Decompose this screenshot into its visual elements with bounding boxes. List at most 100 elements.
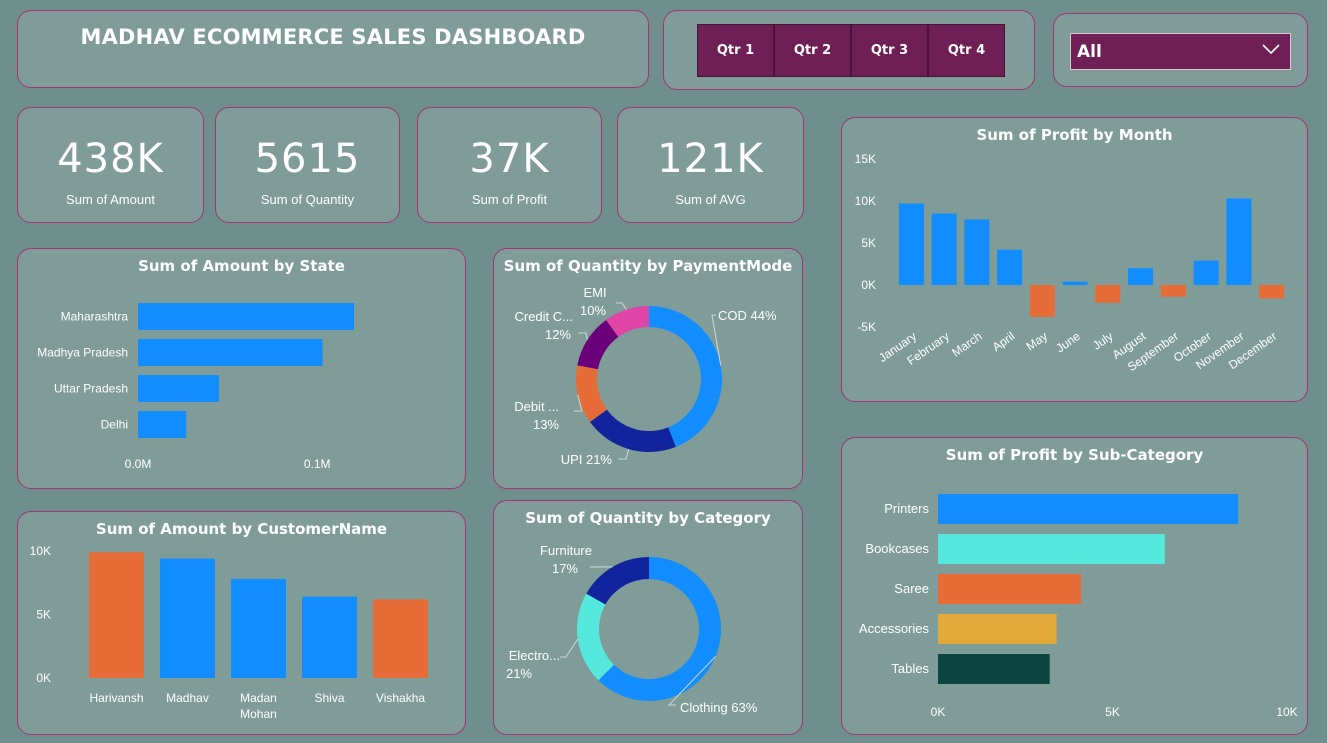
category-label-april: April: [990, 329, 1018, 354]
kpi-value: 37K: [469, 136, 550, 182]
slice-label-furniture: Furniture: [540, 543, 592, 558]
x-tick-label: 10K: [1276, 705, 1297, 719]
category-label-vishakha: Vishakha: [376, 691, 425, 705]
y-tick-label: 15K: [855, 152, 876, 166]
slice-furniture: [586, 557, 649, 605]
slice-percent-credit-c: 12%: [545, 327, 571, 342]
bar-printers: [938, 494, 1239, 524]
quarter-button-q3[interactable]: Qtr 3: [851, 24, 928, 77]
bar-november: [1226, 198, 1252, 285]
bar-madan-mohan: [231, 578, 286, 678]
filter-panel: All: [1053, 13, 1308, 87]
category-label-madhav: Madhav: [166, 691, 209, 705]
category-label-madan-mohan: Madan: [240, 691, 277, 705]
category-label-accessories: Accessories: [859, 621, 930, 636]
bar-shiva: [302, 596, 357, 678]
category-label-delhi: Delhi: [101, 418, 128, 432]
chart-panel-amount-by-state: Sum of Amount by State Maharashtra Madhya…: [17, 248, 466, 489]
slice-label-cod: COD 44%: [718, 308, 777, 323]
bar-uttar-pradesh: [138, 375, 219, 402]
x-tick-label: 0K: [931, 705, 946, 719]
category-label-printers: Printers: [884, 501, 929, 516]
y-tick-label: 0K: [861, 278, 876, 292]
category-label-madhya-pradesh: Madhya Pradesh: [37, 346, 128, 360]
amount-by-state-chart: Maharashtra Madhya Pradesh Uttar Pradesh De…: [37, 303, 354, 471]
bar-january: [898, 203, 924, 285]
bar-august: [1128, 268, 1154, 285]
leader-line: [618, 448, 630, 460]
y-tick-label: 10K: [855, 194, 876, 208]
category-label-bookcases: Bookcases: [865, 541, 929, 556]
bar-october: [1193, 260, 1219, 285]
bar-march: [964, 219, 990, 285]
bar-harivansh: [89, 552, 144, 678]
x-tick-label: 0.0M: [125, 457, 152, 471]
quarter-button-q2[interactable]: Qtr 2: [774, 24, 851, 77]
kpi-label: Sum of Quantity: [260, 192, 355, 207]
quarter-button-q1[interactable]: Qtr 1: [697, 24, 774, 77]
category-label-shiva: Shiva: [314, 691, 344, 705]
quarter-button-q4[interactable]: Qtr 4: [928, 24, 1005, 77]
bar-june: [1062, 281, 1088, 285]
category-label-saree: Saree: [894, 581, 929, 596]
y-tick-label: 10K: [30, 544, 51, 558]
bar-saree: [938, 574, 1082, 604]
slice-label-credit-c: Credit C...: [514, 309, 573, 324]
kpi-value: 5615: [254, 136, 361, 182]
x-tick-label: 0.1M: [304, 457, 331, 471]
bar-accessories: [938, 614, 1057, 644]
leader-line: [578, 332, 588, 340]
bar-february: [931, 213, 957, 285]
bar-maharashtra: [138, 303, 354, 330]
kpi-card-profit: 37K Sum of Profit: [417, 107, 602, 223]
bar-tables: [938, 654, 1050, 684]
bar-madhya-pradesh: [138, 339, 323, 366]
slice-upi: [589, 409, 676, 452]
slice-label-clothing: Clothing 63%: [680, 700, 758, 715]
category-label-march: March: [949, 329, 984, 360]
quarter-slicer: Qtr 1 Qtr 2 Qtr 3 Qtr 4: [663, 10, 1035, 90]
slice-label-debit: Debit ...: [514, 399, 559, 414]
chart-panel-profit-by-subcategory: Sum of Profit by Sub-Category Printers Bo…: [841, 437, 1308, 735]
profit-by-subcategory-chart: Printers Bookcases Saree Accessories Tables 0…: [859, 494, 1298, 719]
slice-percent-electro: 21%: [506, 666, 532, 681]
x-tick-label: 5K: [1105, 705, 1120, 719]
y-tick-label: 5K: [36, 608, 51, 622]
quantity-by-category-chart: Clothing 63% Electro... 21% Furniture 17%: [506, 543, 758, 715]
y-tick-label: -5K: [857, 320, 876, 334]
amount-by-customer-chart: 0K 5K 10K Harivansh Madhav Madan Mohan Shiva Vis…: [30, 544, 428, 721]
category-label-june: June: [1053, 329, 1083, 356]
bar-july: [1095, 285, 1121, 303]
category-label-harivansh: Harivansh: [89, 691, 143, 705]
category-label-uttar-pradesh: Uttar Pradesh: [54, 382, 128, 396]
leader-line: [616, 302, 627, 310]
category-label-may: May: [1023, 329, 1050, 353]
y-tick-label: 5K: [861, 236, 876, 250]
kpi-label: Sum of Amount: [66, 192, 155, 207]
kpi-card-quantity: 5615 Sum of Quantity: [215, 107, 400, 223]
bar-bookcases: [938, 534, 1165, 564]
slice-cod: [649, 306, 722, 447]
slice-label-emi: EMI: [583, 285, 606, 300]
kpi-label: Sum of AVG: [675, 192, 746, 207]
slice-label-electro: Electro...: [509, 648, 560, 663]
kpi-card-amount: 438K Sum of Amount: [17, 107, 204, 223]
leader-line: [560, 638, 579, 658]
slice-electro: [577, 593, 614, 681]
slice-percent-furniture: 17%: [552, 561, 578, 576]
bar-vishakha: [373, 599, 428, 678]
category-label-madan-mohan: Mohan: [240, 707, 277, 721]
y-tick-label: 0K: [36, 671, 51, 685]
dashboard-title: MADHAV ECOMMERCE SALES DASHBOARD: [80, 25, 586, 49]
chart-panel-quantity-by-category: Sum of Quantity by Category Clothing 63%…: [493, 500, 803, 735]
bar-delhi: [138, 411, 187, 438]
filter-dropdown[interactable]: All: [1070, 33, 1291, 70]
category-label-maharashtra: Maharashtra: [61, 310, 129, 324]
kpi-card-avg: 121K Sum of AVG: [617, 107, 804, 223]
filter-selected-value: All: [1077, 41, 1102, 62]
bar-december: [1259, 285, 1285, 299]
bar-april: [997, 249, 1023, 285]
slice-percent-emi: 10%: [580, 303, 606, 318]
chart-panel-amount-by-customer: Sum of Amount by CustomerName 0K 5K 10K Har…: [17, 511, 466, 735]
chevron-down-icon: [1262, 44, 1280, 55]
